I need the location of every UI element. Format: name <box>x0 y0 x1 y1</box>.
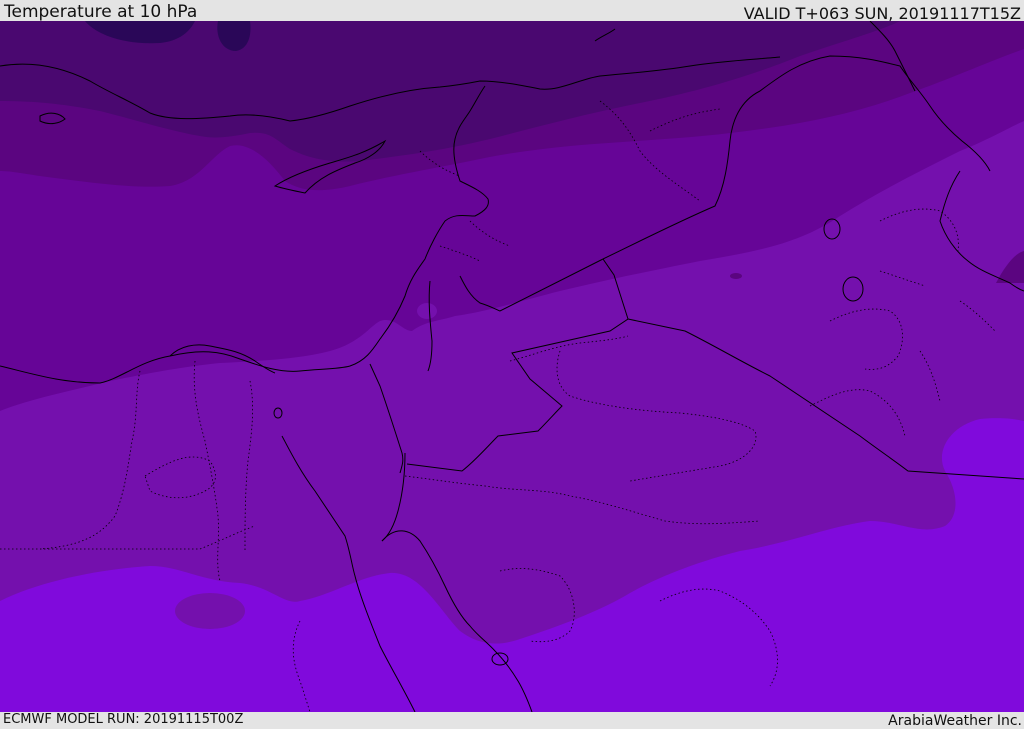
header-bar: Temperature at 10 hPa VALID T+063 SUN, 2… <box>0 0 1024 23</box>
model-run-label: ECMWF MODEL RUN: 20191115T00Z <box>3 712 244 727</box>
footer-bar: ECMWF MODEL RUN: 20191115T00Z ArabiaWeat… <box>0 712 1024 729</box>
band-cold <box>417 303 437 319</box>
map-title: Temperature at 10 hPa <box>4 2 198 22</box>
weather-map[interactable] <box>0 21 1024 712</box>
band-mild <box>175 593 245 629</box>
band-cold <box>730 273 742 279</box>
credit-label: ArabiaWeather Inc. <box>888 713 1022 729</box>
